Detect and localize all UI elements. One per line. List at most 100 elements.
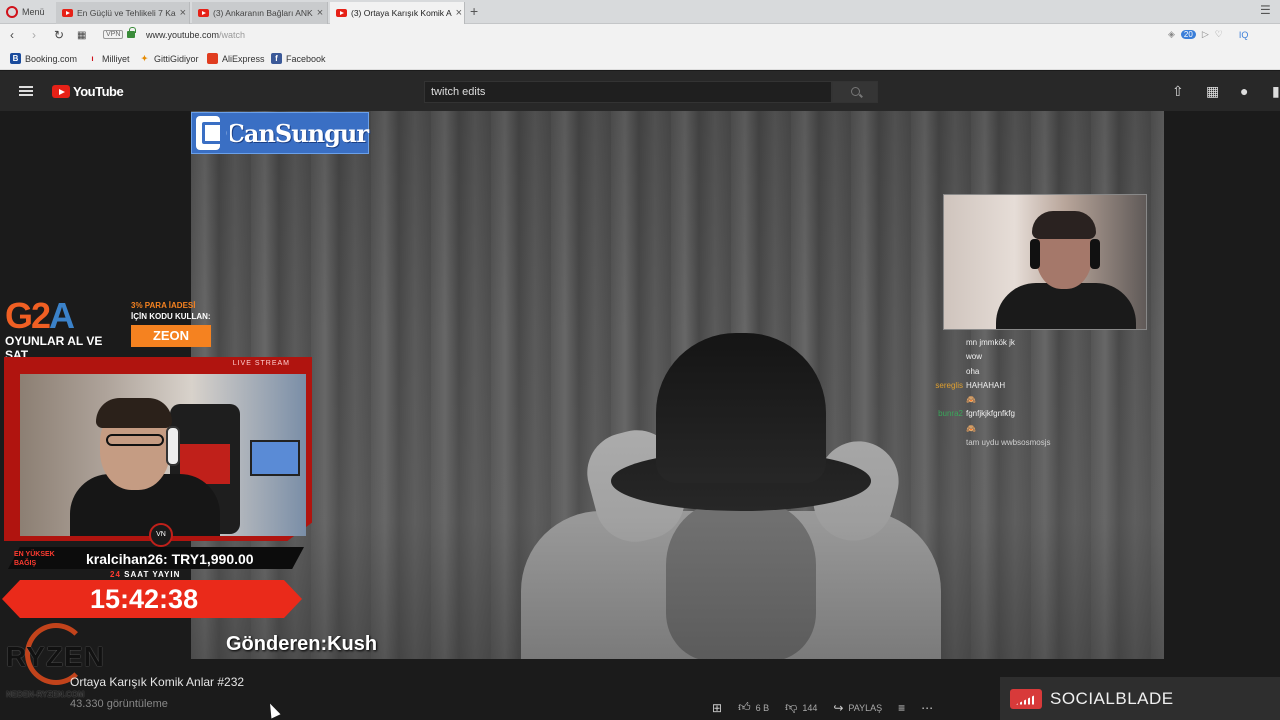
overlay-emblem: VN	[149, 523, 173, 547]
close-tab-icon[interactable]: ×	[180, 7, 186, 19]
chat-line: 🙈	[900, 424, 1150, 438]
like-count: 6 B	[755, 702, 770, 713]
share-button[interactable]: ↪ PAYLAŞ	[833, 701, 882, 715]
g2a-digit-2: 2	[31, 295, 51, 336]
save-button[interactable]: ≡	[898, 701, 905, 715]
iq-icon[interactable]: IQ	[1239, 30, 1249, 40]
ryzen-logo: RYZEN	[6, 641, 105, 672]
chat-message: wow	[966, 352, 983, 362]
search-button[interactable]	[832, 81, 878, 103]
url-field[interactable]: www.youtube.com/watch	[146, 30, 245, 40]
tab-title: (3) Ankaranın Bağları ANK	[213, 8, 313, 18]
apps-grid-icon[interactable]: ▦	[1206, 83, 1219, 100]
chat-user	[900, 338, 966, 352]
twitch-icon	[196, 116, 230, 150]
youtube-header: YouTube twitch edits ⇧ ▦ ● ▮	[0, 71, 1280, 111]
promo-line-1: 3% PARA İADESİ	[131, 301, 196, 310]
browser-tab-1[interactable]: En Güçlü ve Tehlikeli 7 Ka ×	[56, 2, 190, 24]
browser-tab-active[interactable]: (3) Ortaya Karışık Komik A ×	[330, 2, 465, 24]
messages-icon[interactable]: ●	[1240, 83, 1248, 99]
promo-code: ZEON	[131, 325, 211, 347]
url-host: www.youtube.com	[146, 30, 220, 40]
youtube-logo-text: YouTube	[73, 84, 124, 99]
heart-icon[interactable]: ♡	[1215, 29, 1223, 40]
chat-line: oha	[900, 367, 1150, 381]
promo-line-2: İÇİN KODU KULLAN:	[131, 312, 211, 321]
chat-user	[900, 438, 966, 452]
thumbs-up-icon: 👍︎	[738, 700, 751, 714]
chat-user	[900, 424, 966, 438]
sender-caption: Gönderen:Kush	[226, 633, 378, 655]
send-icon[interactable]: ▷	[1202, 29, 1209, 40]
twitch-chat: mn jmmkök jk wow oha sereglis HAHAHAH 🙈 b…	[900, 338, 1150, 452]
vpn-badge[interactable]: VPN	[103, 30, 124, 39]
live-stream-label: LIVE STREAM	[232, 360, 290, 367]
address-extensions: ◈ 20 ▷ ♡ IQ	[1168, 29, 1248, 40]
chat-message: 🙈	[966, 395, 976, 405]
chat-message: 🙈	[966, 423, 976, 433]
g2a-letter-a: A	[49, 295, 75, 336]
back-button[interactable]: ‹	[10, 28, 14, 42]
bookmark-gittigidiyor[interactable]: ✦ GittiGidiyor	[139, 53, 198, 64]
like-button[interactable]: 👍︎ 6 B	[738, 700, 769, 715]
bookmark-facebook[interactable]: f Facebook	[271, 53, 326, 64]
twitch-channel-banner: CanSungur	[191, 112, 369, 154]
lock-icon	[127, 27, 136, 38]
hamburger-menu-icon[interactable]	[19, 86, 33, 96]
streamer-body	[996, 283, 1136, 329]
bookmark-milliyet[interactable]: ı Milliyet	[87, 53, 130, 64]
chat-message: fgnfjkjkfgnfkfg	[966, 409, 1015, 419]
promo-text: 3% PARA İADESİ İÇİN KODU KULLAN:	[131, 300, 211, 322]
url-path: /watch	[219, 30, 246, 40]
youtube-play-icon	[52, 85, 70, 98]
bookmarks-bar: B Booking.com ı Milliyet ✦ GittiGidiyor …	[0, 48, 1280, 70]
chat-message: oha	[966, 366, 980, 376]
tab-title: (3) Ortaya Karışık Komik A	[351, 8, 452, 18]
save-playlist-icon: ≡	[898, 700, 906, 715]
monitor-shape	[250, 440, 300, 476]
extension-icon[interactable]: ◈	[1168, 29, 1175, 40]
stream-hours-text: SAAT YAYIN	[124, 570, 181, 579]
extension-badge[interactable]: 20	[1180, 30, 1196, 39]
chat-message: tam uydu wwbsosmosjs	[966, 438, 1051, 448]
menu-label: Menü	[22, 7, 45, 17]
video-actions: ⊞ 👍︎ 6 B 👎︎ 144 ↪ PAYLAŞ ≡ ⋯	[712, 700, 949, 715]
share-label: PAYLAŞ	[848, 702, 883, 713]
opera-menu-button[interactable]: Menü	[6, 4, 58, 20]
youtube-favicon-icon	[336, 9, 347, 17]
more-icon: ⋯	[921, 700, 934, 715]
bookmark-aliexpress[interactable]: AliExpress	[207, 53, 265, 64]
reload-button[interactable]: ↻	[54, 28, 64, 42]
youtube-logo[interactable]: YouTube	[52, 84, 124, 99]
streamer-webcam	[943, 194, 1147, 330]
new-tab-button[interactable]: +	[470, 3, 478, 19]
youtube-favicon-icon	[198, 9, 209, 17]
player-glasses	[106, 434, 164, 446]
notifications-icon[interactable]: ▮	[1272, 83, 1280, 100]
speed-dial-icon[interactable]: ▦	[77, 30, 86, 41]
chat-line: sereglis HAHAHAH	[900, 381, 1150, 395]
upload-icon[interactable]: ⇧	[1172, 83, 1184, 100]
bookmark-label: AliExpress	[222, 53, 265, 64]
close-tab-icon[interactable]: ×	[456, 7, 462, 19]
headphone-right	[1090, 239, 1100, 269]
socialblade-watermark: SOCIALBLADE	[1000, 677, 1280, 720]
tab-menu-icon[interactable]: ☰	[1260, 3, 1271, 17]
close-tab-icon[interactable]: ×	[317, 7, 323, 19]
top-donation-label: EN YÜKSEK BAĞIŞ	[14, 551, 55, 567]
chat-line: tam uydu wwbsosmosjs	[900, 438, 1150, 452]
search-input[interactable]: twitch edits	[424, 81, 832, 103]
more-button[interactable]: ⋯	[921, 701, 933, 715]
dislike-button[interactable]: 👎︎ 144	[785, 700, 817, 715]
browser-tab-2[interactable]: (3) Ankaranın Bağları ANK ×	[192, 2, 328, 24]
youtube-favicon-icon	[62, 9, 73, 17]
aliexpress-icon	[207, 53, 218, 64]
forward-button[interactable]: ›	[32, 28, 36, 42]
bookmark-booking[interactable]: B Booking.com	[10, 53, 77, 64]
g2a-sponsor: G2A OYUNLAR AL VE SAT	[5, 298, 125, 363]
browser-tab-bar: Menü En Güçlü ve Tehlikeli 7 Ka × (3) An…	[0, 0, 1280, 24]
bookmark-label: Booking.com	[25, 53, 78, 64]
g2a-logo: G2A	[5, 298, 125, 334]
add-to-playlist-button[interactable]: ⊞	[712, 701, 722, 715]
bookmark-label: Milliyet	[102, 53, 130, 64]
